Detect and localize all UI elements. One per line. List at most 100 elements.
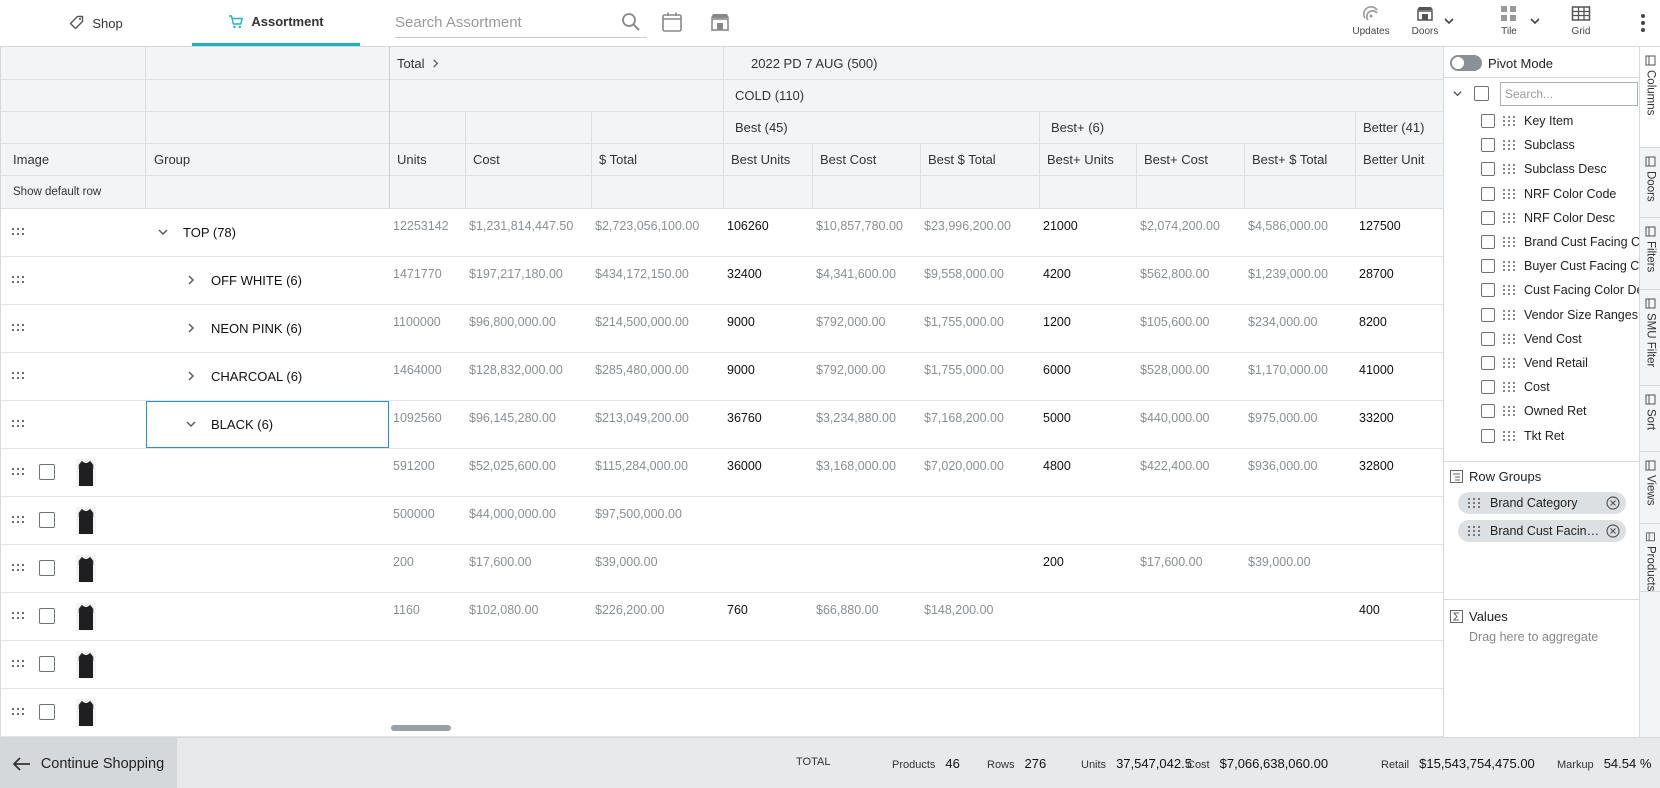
cell-bestp-total[interactable]: $1,239,000.00 bbox=[1244, 257, 1355, 304]
drag-handle-icon[interactable] bbox=[12, 659, 25, 669]
cell-better-units[interactable]: 8200 bbox=[1355, 305, 1443, 352]
drag-handle-icon[interactable] bbox=[1503, 164, 1515, 175]
cell-units[interactable]: 12253142 bbox=[389, 209, 465, 256]
cell-cost[interactable]: $1,231,814,447.50 bbox=[465, 209, 591, 256]
col-header-cost[interactable]: Cost bbox=[465, 144, 591, 175]
updates-button[interactable]: Updates bbox=[1351, 4, 1391, 42]
chevron-right-icon[interactable] bbox=[430, 58, 441, 69]
cell-better-units[interactable]: 41000 bbox=[1355, 353, 1443, 400]
cell-total[interactable] bbox=[591, 641, 723, 688]
cell-better-units[interactable] bbox=[1355, 497, 1443, 544]
cell-bestp-units[interactable]: 4800 bbox=[1039, 449, 1136, 496]
cell-total[interactable] bbox=[591, 689, 723, 736]
cell-total[interactable]: $39,000.00 bbox=[591, 545, 723, 592]
col-header-bestplus-cost[interactable]: Best+ Cost bbox=[1136, 144, 1244, 175]
column-checkbox[interactable] bbox=[1481, 331, 1495, 346]
cell-best-cost[interactable] bbox=[812, 545, 920, 592]
cell-best-total[interactable]: $1,755,000.00 bbox=[920, 353, 1039, 400]
column-option[interactable]: Vend Retail bbox=[1444, 351, 1640, 375]
cell-bestp-units[interactable] bbox=[1039, 593, 1136, 640]
cell-bestp-cost[interactable] bbox=[1136, 497, 1244, 544]
cell-bestp-units[interactable]: 5000 bbox=[1039, 401, 1136, 448]
column-option[interactable]: Brand Cust Facing Color bbox=[1444, 230, 1640, 254]
select-all-checkbox[interactable] bbox=[1474, 86, 1489, 101]
cell-total[interactable]: $97,500,000.00 bbox=[591, 497, 723, 544]
column-option[interactable]: Key Item bbox=[1444, 109, 1640, 133]
column-checkbox[interactable] bbox=[1481, 428, 1495, 443]
drag-handle-icon[interactable] bbox=[12, 707, 25, 717]
col-header-total[interactable]: $ Total bbox=[591, 144, 723, 175]
cell-better-units[interactable]: 33200 bbox=[1355, 401, 1443, 448]
cell-cost[interactable]: $197,217,180.00 bbox=[465, 257, 591, 304]
column-option[interactable]: NRF Color Code bbox=[1444, 182, 1640, 206]
drag-handle-icon[interactable] bbox=[1503, 212, 1515, 223]
drag-handle-icon[interactable] bbox=[12, 323, 25, 333]
row-group-pill-1[interactable]: Brand Category bbox=[1458, 492, 1626, 514]
cell-best-cost[interactable]: $3,168,000.00 bbox=[812, 449, 920, 496]
cell-bestp-units[interactable] bbox=[1039, 689, 1136, 736]
selected-cell[interactable] bbox=[146, 401, 389, 448]
group-row[interactable]: OFF WHITE (6) 1471770 $197,217,180.00 $434,… bbox=[1, 257, 1443, 305]
cell-best-cost[interactable] bbox=[812, 641, 920, 688]
cell-bestp-cost[interactable]: $528,000.00 bbox=[1136, 353, 1244, 400]
cell-bestp-cost[interactable] bbox=[1136, 641, 1244, 688]
more-options-icon[interactable] bbox=[1640, 12, 1646, 34]
drag-handle-icon[interactable] bbox=[12, 563, 25, 573]
cell-bestp-cost[interactable]: $2,074,200.00 bbox=[1136, 209, 1244, 256]
grid-button[interactable]: Grid bbox=[1565, 4, 1597, 42]
cell-best-cost[interactable]: $792,000.00 bbox=[812, 305, 920, 352]
cell-bestp-units[interactable]: 200 bbox=[1039, 545, 1136, 592]
tab-shop[interactable]: Shop bbox=[0, 0, 192, 46]
cell-units[interactable] bbox=[389, 641, 465, 688]
cell-bestp-units[interactable] bbox=[1039, 641, 1136, 688]
col-header-best-cost[interactable]: Best Cost bbox=[812, 144, 920, 175]
cell-bestp-units[interactable]: 1200 bbox=[1039, 305, 1136, 352]
col-header-best-total[interactable]: Best $ Total bbox=[920, 144, 1039, 175]
cell-best-total[interactable]: $148,200.00 bbox=[920, 593, 1039, 640]
group-row[interactable]: TOP (78) 12253142 $1,231,814,447.50 $2,723,… bbox=[1, 209, 1443, 257]
column-checkbox[interactable] bbox=[1481, 356, 1495, 370]
cell-total[interactable]: $2,723,056,100.00 bbox=[591, 209, 723, 256]
drag-handle-icon[interactable] bbox=[1503, 261, 1515, 272]
cell-bestp-total[interactable]: $4,586,000.00 bbox=[1244, 209, 1355, 256]
column-option[interactable]: Owned Ret bbox=[1444, 399, 1640, 423]
row-checkbox[interactable] bbox=[39, 464, 55, 480]
cell-bestp-units[interactable] bbox=[1039, 497, 1136, 544]
doors-button[interactable]: Doors bbox=[1407, 4, 1443, 42]
cell-best-units[interactable] bbox=[723, 641, 812, 688]
cell-better-units[interactable] bbox=[1355, 545, 1443, 592]
cell-units[interactable]: 1092560 bbox=[389, 401, 465, 448]
column-option[interactable]: Subclass Desc bbox=[1444, 157, 1640, 181]
column-checkbox[interactable] bbox=[1481, 307, 1495, 322]
drag-handle-icon[interactable] bbox=[1468, 526, 1480, 536]
cell-bestp-total[interactable]: $936,000.00 bbox=[1244, 449, 1355, 496]
cell-best-units[interactable]: 36760 bbox=[723, 401, 812, 448]
remove-circle-icon[interactable] bbox=[1606, 496, 1620, 510]
row-checkbox[interactable] bbox=[39, 560, 55, 576]
cell-bestp-cost[interactable]: $562,800.00 bbox=[1136, 257, 1244, 304]
cell-bestp-units[interactable]: 6000 bbox=[1039, 353, 1136, 400]
total-group-header[interactable]: Total bbox=[389, 47, 723, 79]
column-option[interactable]: Cust Facing Color Desc bbox=[1444, 278, 1640, 302]
column-checkbox[interactable] bbox=[1481, 235, 1495, 249]
cell-best-total[interactable]: $9,558,000.00 bbox=[920, 257, 1039, 304]
remove-circle-icon[interactable] bbox=[1606, 524, 1620, 538]
drag-handle-icon[interactable] bbox=[12, 275, 25, 285]
show-default-row-button[interactable]: Show default row bbox=[5, 176, 145, 208]
cell-bestp-total[interactable] bbox=[1244, 641, 1355, 688]
chevron-right-icon[interactable] bbox=[185, 322, 197, 334]
tab-assortment[interactable]: Assortment bbox=[192, 0, 360, 46]
cell-better-units[interactable] bbox=[1355, 641, 1443, 688]
cell-bestp-total[interactable]: $39,000.00 bbox=[1244, 545, 1355, 592]
row-checkbox[interactable] bbox=[39, 608, 55, 624]
toggle-switch[interactable] bbox=[1450, 55, 1482, 71]
column-search-input[interactable] bbox=[1500, 82, 1638, 106]
column-option[interactable]: Vend Cost bbox=[1444, 327, 1640, 351]
tile-button[interactable]: Tile bbox=[1495, 4, 1523, 42]
column-option[interactable]: Vendor Size Ranges bbox=[1444, 303, 1640, 327]
cell-total[interactable]: $115,284,000.00 bbox=[591, 449, 723, 496]
col-header-bestplus-total[interactable]: Best+ $ Total bbox=[1244, 144, 1355, 175]
cell-total[interactable]: $226,200.00 bbox=[591, 593, 723, 640]
horizontal-scrollbar[interactable] bbox=[391, 725, 451, 731]
drag-handle-icon[interactable] bbox=[1503, 430, 1515, 441]
